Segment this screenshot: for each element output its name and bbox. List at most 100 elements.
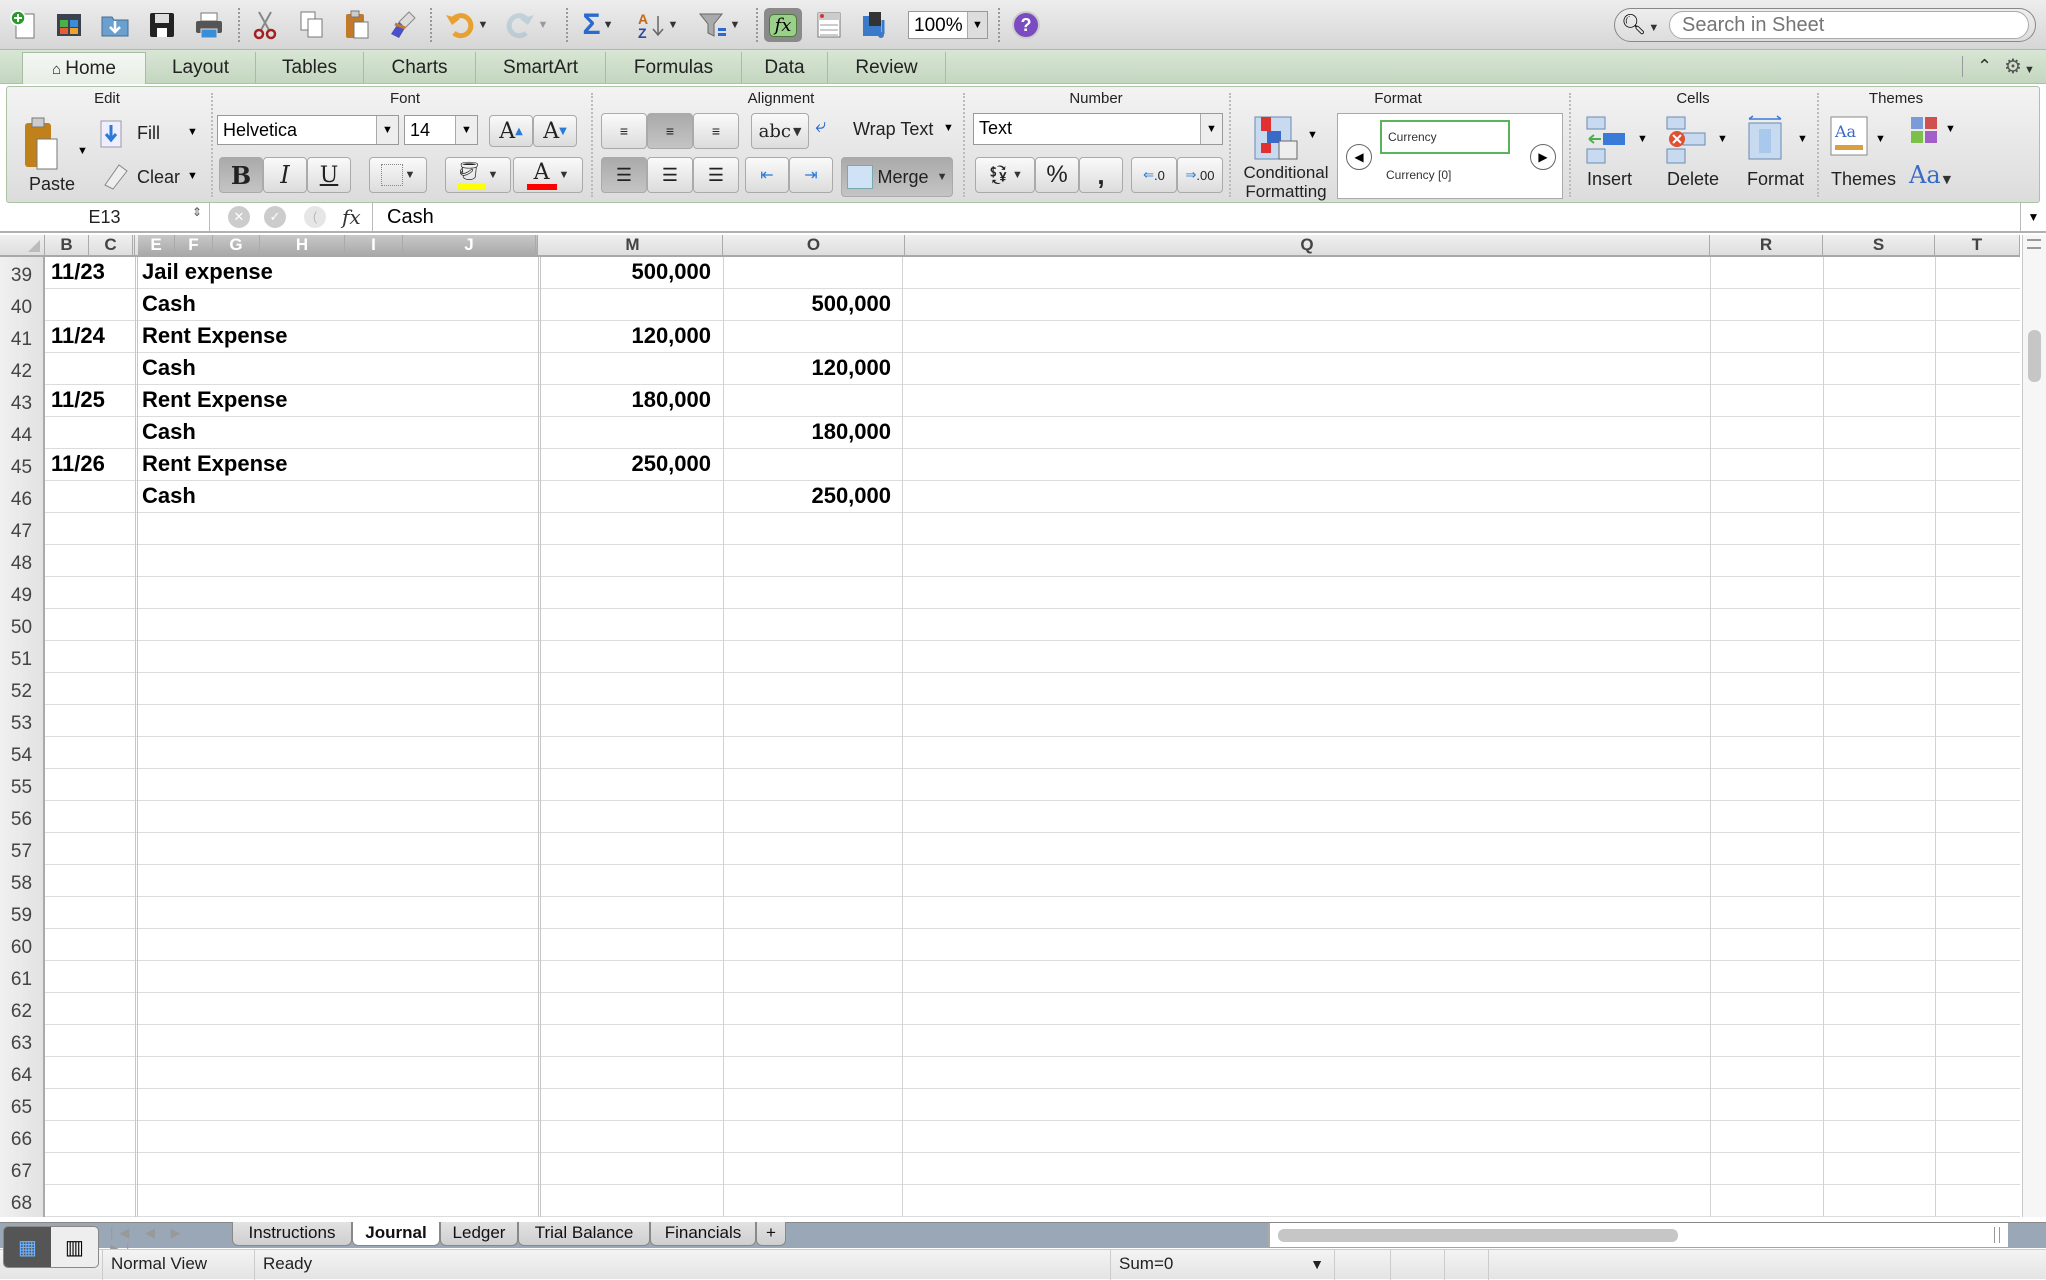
cell-date[interactable]: 11/25 xyxy=(51,385,135,417)
confirm-entry-icon[interactable]: ✓ xyxy=(264,206,286,228)
cell-credit[interactable]: 500,000 xyxy=(723,289,891,321)
row-header[interactable]: 47 xyxy=(0,513,45,545)
cell-credit[interactable]: 180,000 xyxy=(723,417,891,449)
horizontal-scroll-thumb[interactable] xyxy=(1278,1229,1678,1242)
row-header[interactable]: 58 xyxy=(0,865,45,897)
toolbox-icon[interactable] xyxy=(812,8,846,42)
row-header[interactable]: 39 xyxy=(0,257,45,289)
cell-debit[interactable] xyxy=(543,1089,711,1121)
fill-button[interactable]: Fill ▼ xyxy=(99,119,199,151)
cell-debit[interactable] xyxy=(543,961,711,993)
cell-credit[interactable] xyxy=(723,673,891,705)
conditional-formatting-button[interactable]: ▼ Conditional Formatting xyxy=(1235,115,1335,201)
cell-debit[interactable] xyxy=(543,993,711,1025)
worksheet-grid[interactable]: 39 11/23 Jail expense 500,000 40 Cash 500,000 4… xyxy=(0,257,2020,1217)
cell-date[interactable] xyxy=(51,641,135,673)
cell-credit[interactable] xyxy=(723,1089,891,1121)
split-handle-icon[interactable] xyxy=(1994,1227,2000,1243)
align-top-button[interactable]: ≡ xyxy=(601,113,647,149)
font-name-select[interactable]: Helvetica ▼ xyxy=(217,115,399,145)
row-header[interactable]: 60 xyxy=(0,929,45,961)
cell-credit[interactable] xyxy=(723,449,891,481)
cell-debit[interactable] xyxy=(543,289,711,321)
insert-function-icon[interactable]: fx xyxy=(342,203,361,231)
cell-date[interactable]: 11/24 xyxy=(51,321,135,353)
cell-account[interactable] xyxy=(142,641,538,673)
cell-account[interactable]: Cash xyxy=(142,417,538,449)
cell-date[interactable] xyxy=(51,1025,135,1057)
sheet-tab[interactable]: Ledger xyxy=(440,1222,518,1246)
align-middle-button[interactable]: ≡ xyxy=(647,113,693,149)
column-header-i[interactable]: I xyxy=(345,235,403,255)
align-bottom-button[interactable]: ≡ xyxy=(693,113,739,149)
grow-font-button[interactable]: A ▲ xyxy=(489,115,533,147)
cell-account[interactable] xyxy=(142,737,538,769)
cell-date[interactable] xyxy=(51,1185,135,1217)
cell-date[interactable]: 11/23 xyxy=(51,257,135,289)
cell-credit[interactable] xyxy=(723,385,891,417)
cell-account[interactable] xyxy=(142,1153,538,1185)
cell-debit[interactable] xyxy=(543,705,711,737)
paste-dropdown-icon[interactable]: ▼ xyxy=(77,145,88,157)
cell-date[interactable] xyxy=(51,705,135,737)
tab-smartart[interactable]: SmartArt xyxy=(476,52,606,84)
borders-button[interactable]: ▼ xyxy=(369,157,427,193)
undo-icon[interactable]: ▼ xyxy=(440,8,492,42)
cell-date[interactable] xyxy=(51,929,135,961)
cell-date[interactable] xyxy=(51,769,135,801)
merge-button[interactable]: Merge ▼ xyxy=(841,157,953,197)
help-icon[interactable]: ? xyxy=(1012,11,1040,39)
cell-date[interactable] xyxy=(51,801,135,833)
decrease-indent-button[interactable]: ⇤ xyxy=(745,157,789,193)
copy-icon[interactable] xyxy=(294,8,328,42)
cell-credit[interactable] xyxy=(723,1153,891,1185)
decrease-decimal-button[interactable]: ⇒ .00 xyxy=(1177,157,1223,193)
cell-debit[interactable] xyxy=(543,897,711,929)
insert-cells-button[interactable]: ▼ Insert xyxy=(1579,115,1655,199)
cell-debit[interactable] xyxy=(543,1121,711,1153)
cell-credit[interactable] xyxy=(723,833,891,865)
sheet-tab[interactable]: Financials xyxy=(650,1222,756,1246)
paste-icon[interactable] xyxy=(340,8,374,42)
media-browser-icon[interactable] xyxy=(858,8,892,42)
row-header[interactable]: 46 xyxy=(0,481,45,513)
cell-account[interactable] xyxy=(142,1121,538,1153)
paste-button[interactable]: ▼ Paste xyxy=(15,117,88,197)
formula-input[interactable]: Cash xyxy=(372,203,2016,231)
cell-date[interactable] xyxy=(51,353,135,385)
column-header-j[interactable]: J xyxy=(403,235,538,255)
collapse-ribbon-icon[interactable]: ⌃ xyxy=(1962,56,1992,77)
cell-credit[interactable] xyxy=(723,993,891,1025)
cell-account[interactable]: Cash xyxy=(142,353,538,385)
search-input[interactable] xyxy=(1669,11,2029,39)
cell-credit[interactable]: 120,000 xyxy=(723,353,891,385)
cell-date[interactable] xyxy=(51,993,135,1025)
row-header[interactable]: 59 xyxy=(0,897,45,929)
cell-account[interactable] xyxy=(142,1025,538,1057)
column-header-f[interactable]: F xyxy=(175,235,213,255)
increase-indent-button[interactable]: ⇥ xyxy=(789,157,833,193)
cell-credit[interactable] xyxy=(723,545,891,577)
font-size-select[interactable]: 14 ▼ xyxy=(404,115,478,145)
cell-account[interactable]: Jail expense xyxy=(142,257,538,289)
column-header-o[interactable]: O xyxy=(723,235,905,255)
cell-account[interactable] xyxy=(142,673,538,705)
cell-credit[interactable]: 250,000 xyxy=(723,481,891,513)
align-center-button[interactable]: ☰ xyxy=(647,157,693,193)
row-header[interactable]: 62 xyxy=(0,993,45,1025)
theme-colors-button[interactable]: ▼ xyxy=(1909,115,1959,151)
number-format-select[interactable]: Text ▼ xyxy=(973,113,1223,145)
cell-credit[interactable] xyxy=(723,1121,891,1153)
row-header[interactable]: 50 xyxy=(0,609,45,641)
cell-debit[interactable] xyxy=(543,481,711,513)
cell-account[interactable] xyxy=(142,609,538,641)
cell-account[interactable] xyxy=(142,929,538,961)
cell-account[interactable] xyxy=(142,513,538,545)
cell-date[interactable] xyxy=(51,1153,135,1185)
cell-account[interactable]: Cash xyxy=(142,289,538,321)
cell-date[interactable] xyxy=(51,673,135,705)
cell-account[interactable]: Rent Expense xyxy=(142,321,538,353)
sheet-nav-arrows[interactable]: |◀ ◀ ▶ ▶| xyxy=(110,1225,214,1256)
cell-debit[interactable] xyxy=(543,801,711,833)
row-header[interactable]: 61 xyxy=(0,961,45,993)
